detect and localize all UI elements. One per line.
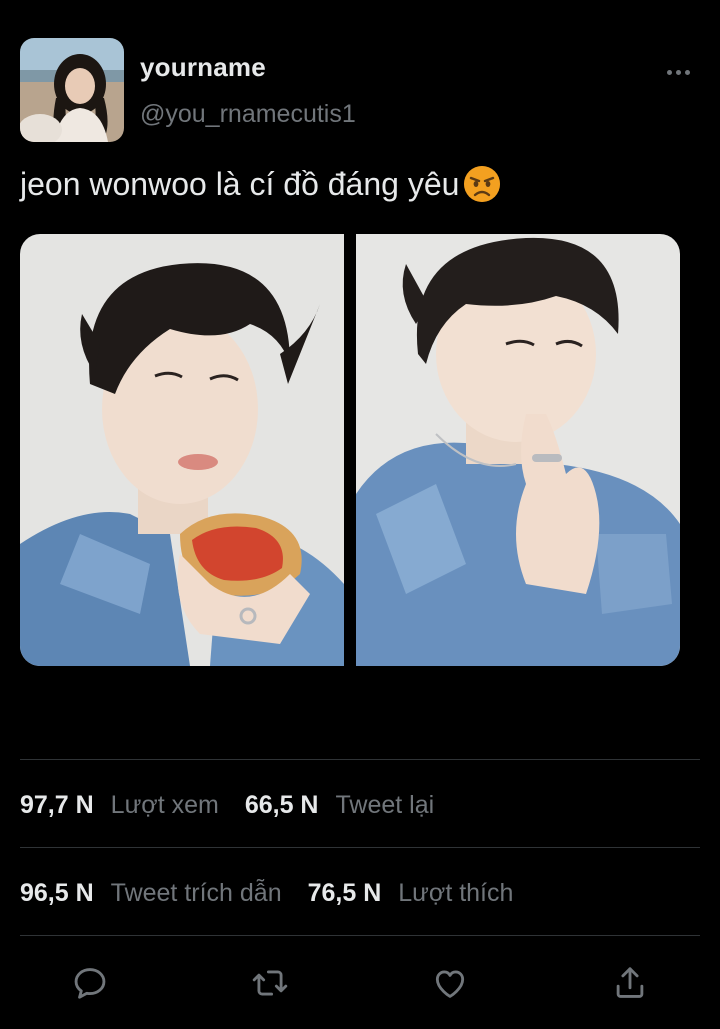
retweet-icon [252, 970, 288, 996]
quotes-count[interactable]: 96,5 N [20, 879, 94, 908]
more-dot-icon [684, 69, 690, 75]
media-photo-2 [356, 234, 680, 666]
more-dot-icon [666, 69, 672, 75]
like-button[interactable] [429, 962, 471, 1004]
views-label[interactable]: Lượt xem [111, 791, 219, 820]
media-photo-1 [20, 234, 344, 666]
divider [20, 847, 700, 848]
retweets-count[interactable]: 66,5 N [245, 791, 319, 820]
more-dot-icon [675, 69, 681, 75]
likes-count[interactable]: 76,5 N [308, 879, 382, 908]
retweets-label[interactable]: Tweet lại [336, 791, 435, 820]
share-icon [616, 967, 644, 998]
quotes-label[interactable]: Tweet trích dẫn [111, 879, 282, 908]
angry-face-emoji-icon [464, 166, 501, 202]
share-button[interactable] [609, 962, 651, 1004]
avatar-photo [20, 38, 124, 142]
reply-icon [74, 968, 106, 999]
tweet-text: jeon wonwoo là cí đồ đáng yêu [20, 164, 502, 204]
avatar[interactable] [20, 38, 124, 142]
tweet-media-image-2[interactable] [356, 234, 680, 666]
divider [20, 759, 700, 760]
divider [20, 935, 700, 936]
more-options-button[interactable] [660, 58, 696, 86]
tweet-media-image-1[interactable] [20, 234, 344, 666]
display-name[interactable]: yourname [140, 52, 266, 83]
stats-row-2: 96,5 N Tweet trích dẫn 76,5 N Lượt thích [20, 879, 513, 908]
retweet-button[interactable] [249, 962, 291, 1004]
likes-label[interactable]: Lượt thích [398, 879, 513, 908]
user-handle[interactable]: @you_rnamecutis1 [140, 100, 356, 129]
reply-button[interactable] [69, 962, 111, 1004]
stats-row-1: 97,7 N Lượt xem 66,5 N Tweet lại [20, 791, 434, 820]
views-count[interactable]: 97,7 N [20, 791, 94, 820]
like-icon [435, 970, 465, 998]
tweet-text-content: jeon wonwoo là cí đồ đáng yêu [20, 165, 460, 202]
